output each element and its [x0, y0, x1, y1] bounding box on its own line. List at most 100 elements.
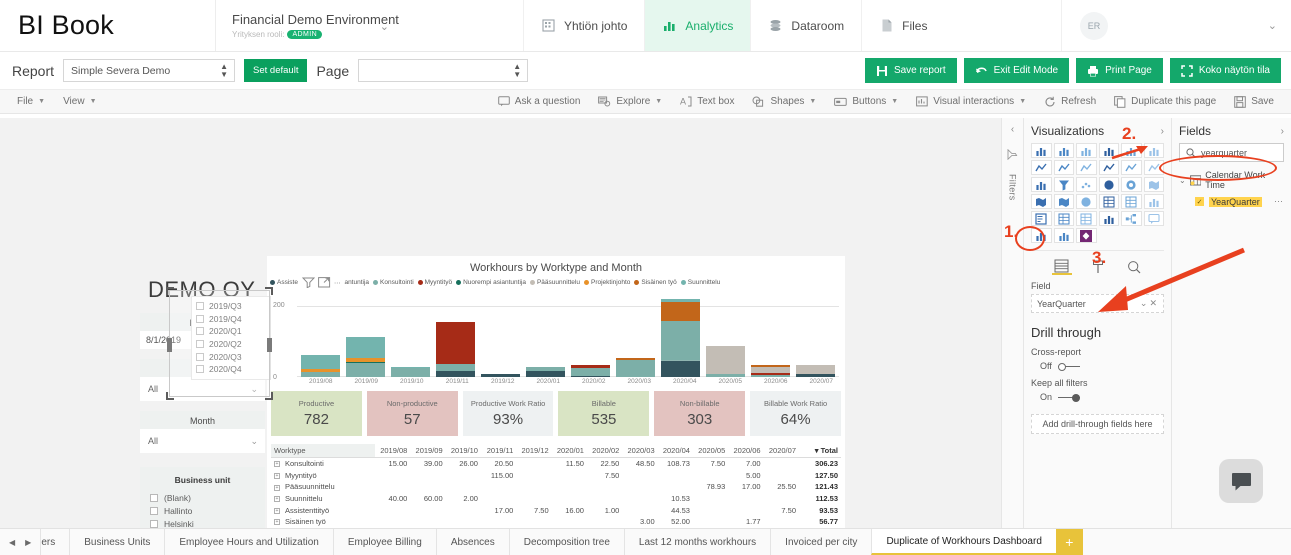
page-tab-clipped[interactable]: ers	[40, 529, 69, 555]
exit-edit-mode-button[interactable]: Exit Edit Mode	[963, 58, 1070, 83]
business-unit-option[interactable]: Helsinki	[150, 517, 255, 528]
add-drill-through-fields-well[interactable]: Add drill-through fields here	[1031, 414, 1164, 434]
scatter-chart-icon[interactable]	[1076, 177, 1097, 192]
legend-item-sisainen-tyo[interactable]: Sisäinen työ	[634, 279, 677, 286]
chart-bar[interactable]	[391, 366, 430, 377]
matrix-column-header[interactable]: 2019/09	[410, 444, 446, 458]
matrix-row[interactable]: + Konsultointi 15.00 39.00 26.00 20.50 11.50 22…	[271, 457, 841, 470]
chevron-down-icon[interactable]: ⌄	[1268, 19, 1277, 32]
fullscreen-button[interactable]: Koko näytön tila	[1169, 58, 1281, 83]
chart-bar-segment[interactable]	[346, 336, 385, 359]
slicer-month[interactable]: Month All ⌄	[140, 411, 265, 453]
donut-chart-icon[interactable]	[1121, 177, 1142, 192]
line-stacked-column-icon[interactable]	[1098, 160, 1119, 175]
scroll-left-icon[interactable]: ◀	[9, 538, 15, 547]
chart-bar[interactable]	[796, 365, 835, 377]
visual-selection-frame[interactable]	[166, 287, 273, 400]
resize-handle-top-left[interactable]	[166, 287, 174, 295]
user-menu[interactable]: ER ⌄	[1061, 0, 1291, 51]
matrix-visual[interactable]: Worktype 2019/08 2019/09 2019/10 2019/11 2019…	[271, 444, 841, 528]
cross-report-toggle[interactable]: Off	[1031, 361, 1164, 371]
kpi-card-productive[interactable]: Productive 782	[271, 391, 362, 436]
matrix-row[interactable]: + Suunnittelu 40.00 60.00 2.00 10.53 112.53	[271, 492, 841, 505]
matrix-column-header[interactable]: 2020/06	[728, 444, 764, 458]
resize-handle-top-right[interactable]	[265, 287, 273, 295]
nav-item-yhtion-johto[interactable]: Yhtiön johto	[523, 0, 644, 51]
hundred-stacked-column-icon[interactable]	[1143, 143, 1164, 158]
app-logo[interactable]: BI Book	[0, 0, 215, 51]
checkbox-icon[interactable]	[150, 493, 158, 502]
collapse-pane-icon[interactable]: ‹	[1011, 124, 1014, 135]
r-script-icon[interactable]	[1098, 211, 1119, 226]
chart-bar-segment[interactable]	[346, 363, 385, 377]
nav-item-analytics[interactable]: Analytics	[644, 0, 751, 51]
page-tab-invoiced-per-city[interactable]: Invoiced per city	[770, 529, 871, 555]
chart-bar-segment[interactable]	[661, 302, 700, 321]
save-report-button[interactable]: Save report	[864, 58, 957, 83]
expand-icon[interactable]: +	[274, 519, 280, 526]
stacked-column-chart-icon[interactable]	[1076, 143, 1097, 158]
print-page-button[interactable]: Print Page	[1076, 58, 1163, 83]
legend-item-johtava-truncated[interactable]: antuntija	[344, 279, 369, 286]
kpi-icon[interactable]	[1143, 194, 1164, 209]
ribbon-view-menu[interactable]: View ▼	[54, 96, 105, 107]
page-tab-absences[interactable]: Absences	[435, 529, 509, 555]
toggle-switch-on[interactable]	[1058, 393, 1081, 402]
chart-bar[interactable]	[751, 365, 790, 377]
chart-bar[interactable]	[706, 346, 745, 377]
q-and-a-icon[interactable]	[1143, 211, 1164, 226]
chart-bar-segment[interactable]	[751, 374, 790, 377]
duplicate-page-button[interactable]: Duplicate this page	[1105, 95, 1225, 108]
kpi-card-non-productive[interactable]: Non-productive 57	[366, 391, 458, 436]
legend-item-projektinjohto[interactable]: Projektinjohto	[583, 279, 630, 286]
explore-menu[interactable]: Explore ▼	[589, 96, 671, 107]
matrix-row[interactable]: + Pääsuunnittelu 78.93 17.00 25.50 121.43	[271, 481, 841, 493]
chart-bar-segment[interactable]	[616, 359, 655, 377]
chat-support-button[interactable]	[1219, 459, 1263, 503]
power-apps-icon[interactable]	[1076, 228, 1097, 243]
multi-row-card-icon[interactable]	[1121, 194, 1142, 209]
page-tab-employee-hours-and-utilization[interactable]: Employee Hours and Utilization	[164, 529, 333, 555]
matrix-row-label[interactable]: + Myyntityö	[271, 469, 375, 482]
visual-interactions-menu[interactable]: Visual interactions ▼	[907, 96, 1035, 107]
funnel-chart-icon[interactable]	[1053, 177, 1074, 192]
page-tab-business-units[interactable]: Business Units	[69, 529, 164, 555]
chart-bar-segment[interactable]	[796, 374, 835, 377]
toggle-switch-off[interactable]	[1057, 362, 1080, 371]
matrix-row-label[interactable]: + Pääsuunnittelu	[271, 481, 375, 493]
matrix-column-header[interactable]: 2020/07	[763, 444, 799, 458]
matrix-column-header[interactable]: 2020/01	[551, 444, 587, 458]
buttons-menu[interactable]: Buttons ▼	[825, 96, 907, 107]
page-tab-last-12-months-workhours[interactable]: Last 12 months workhours	[623, 529, 770, 555]
pie-chart-icon[interactable]	[1098, 177, 1119, 192]
matrix-row-header[interactable]: Worktype	[271, 444, 375, 458]
resize-handle-bottom-right[interactable]	[265, 392, 273, 400]
matrix-row[interactable]: + Myyntityö 115.00 7.50 5.00 127.50	[271, 469, 841, 482]
more-options-icon[interactable]: ⋯	[334, 279, 341, 287]
chart-bar-segment[interactable]	[706, 374, 745, 377]
matrix-row-label[interactable]: + Sisäinen työ	[271, 515, 375, 528]
matrix-row-label[interactable]: + Assistenttityö	[271, 504, 375, 516]
resize-handle-bottom-left[interactable]	[166, 392, 174, 400]
legend-item-paasuunnittelu[interactable]: Pääsuunnittelu	[529, 279, 580, 286]
matrix-row-label[interactable]: + Suunnittelu	[271, 492, 375, 505]
kpi-card-productive-work-ratio[interactable]: Productive Work Ratio 93%	[462, 391, 554, 436]
tab-fields[interactable]	[1051, 258, 1072, 275]
page-select[interactable]: ▲ ▼	[358, 59, 529, 82]
report-canvas[interactable]: DEMO OY Period 8/1/2019 Year All ⌄ Month…	[0, 118, 1001, 528]
matrix-column-header[interactable]: 2020/05	[692, 444, 729, 458]
clustered-bar-chart-icon[interactable]	[1098, 143, 1119, 158]
chart-bar-segment[interactable]	[481, 374, 520, 377]
chart-plot-area[interactable]: 200 0	[271, 291, 839, 381]
checkbox-checked-icon[interactable]: ✓	[1195, 197, 1204, 206]
kpi-card-non-billable[interactable]: Non-billable 303	[654, 391, 746, 436]
chart-bar[interactable]	[661, 298, 700, 377]
chart-bar[interactable]	[346, 336, 385, 377]
matrix-column-header[interactable]: 2019/10	[445, 444, 481, 458]
save-button[interactable]: Save	[1225, 95, 1283, 108]
chart-bar[interactable]	[571, 365, 610, 377]
chart-bar[interactable]	[436, 322, 475, 377]
set-default-button[interactable]: Set default	[244, 59, 308, 82]
checkbox-icon[interactable]	[150, 506, 158, 515]
text-box-button[interactable]: A Text box	[671, 96, 743, 107]
